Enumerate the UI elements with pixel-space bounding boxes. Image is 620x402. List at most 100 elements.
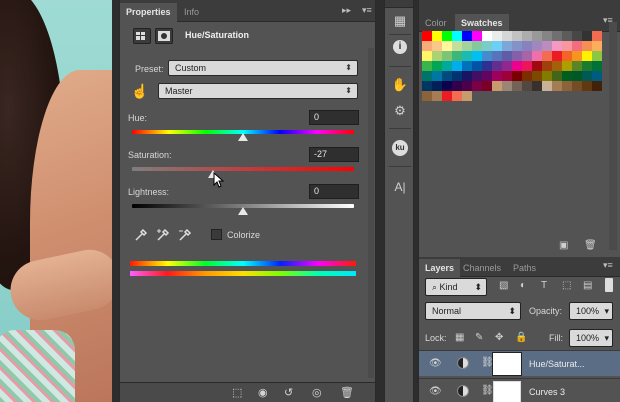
swatch[interactable]	[462, 71, 472, 81]
panel-menu-icon[interactable]: ▾≡	[603, 260, 613, 271]
layer-row-curves[interactable]: 👁 ⛓ Curves 3	[419, 378, 620, 402]
swatch[interactable]	[452, 61, 462, 71]
new-swatch-icon[interactable]: ▣	[559, 240, 568, 251]
trash-icon[interactable]: 🗑	[584, 240, 597, 251]
swatch[interactable]	[552, 81, 562, 91]
tab-info[interactable]: Info	[178, 3, 205, 22]
swatch[interactable]	[532, 51, 542, 61]
tab-channels[interactable]: Channels	[457, 259, 507, 277]
tab-paths[interactable]: Paths	[507, 259, 542, 277]
tab-swatches[interactable]: Swatches	[455, 14, 509, 32]
canvas-photo[interactable]	[0, 0, 112, 402]
lock-pixels-icon[interactable]: ✎	[475, 332, 483, 343]
swatch[interactable]	[472, 61, 482, 71]
swatch[interactable]	[592, 81, 602, 91]
swatch[interactable]	[542, 41, 552, 51]
filter-smart-object-icon[interactable]: ▤	[583, 280, 592, 291]
swatch[interactable]	[552, 71, 562, 81]
swatch[interactable]	[532, 61, 542, 71]
tab-layers[interactable]: Layers	[419, 259, 461, 277]
saturation-input[interactable]: -27	[309, 147, 359, 162]
trash-icon[interactable]: 🗑	[340, 386, 354, 399]
lock-transparent-icon[interactable]: ▦	[455, 332, 464, 343]
swatch[interactable]	[552, 31, 562, 41]
swatch[interactable]	[562, 41, 572, 51]
swatch[interactable]	[442, 81, 452, 91]
swatch[interactable]	[482, 61, 492, 71]
layer-filter-dropdown[interactable]: ⌕ Kind ⬍	[425, 278, 487, 296]
hand-icon[interactable]: ✋	[391, 76, 409, 94]
swatch[interactable]	[432, 41, 442, 51]
swatch[interactable]	[452, 31, 462, 41]
swatch[interactable]	[442, 71, 452, 81]
swatch[interactable]	[522, 61, 532, 71]
swatch[interactable]	[572, 41, 582, 51]
lightness-slider-thumb[interactable]	[238, 207, 248, 215]
visibility-icon[interactable]: ◎	[312, 386, 322, 399]
swatch[interactable]	[462, 81, 472, 91]
layer-row-hue-saturation[interactable]: 👁 ⛓ Hue/Saturat...	[419, 350, 620, 376]
swatch[interactable]	[432, 91, 442, 101]
reset-icon[interactable]: ↺	[284, 386, 293, 399]
swatch[interactable]	[572, 51, 582, 61]
swatch[interactable]	[552, 61, 562, 71]
filter-adjustment-icon[interactable]: ◐	[520, 280, 526, 291]
swatch[interactable]	[592, 31, 602, 41]
swatch[interactable]	[422, 51, 432, 61]
swatch[interactable]	[502, 81, 512, 91]
swatch[interactable]	[422, 31, 432, 41]
swatch[interactable]	[462, 41, 472, 51]
visibility-eye-icon[interactable]: 👁	[429, 386, 442, 397]
preset-dropdown[interactable]: Custom ⬍	[168, 60, 358, 76]
swatch[interactable]	[492, 61, 502, 71]
swatch[interactable]	[422, 41, 432, 51]
swatch[interactable]	[462, 61, 472, 71]
swatch[interactable]	[432, 31, 442, 41]
swatch[interactable]	[432, 71, 442, 81]
swatch[interactable]	[492, 41, 502, 51]
swatch[interactable]	[502, 71, 512, 81]
swatch[interactable]	[542, 51, 552, 61]
swatch[interactable]	[562, 31, 572, 41]
swatch[interactable]	[482, 71, 492, 81]
swatches-scrollbar[interactable]	[609, 22, 617, 250]
swatch[interactable]	[482, 31, 492, 41]
swatch[interactable]	[582, 71, 592, 81]
info-icon[interactable]: i	[393, 40, 407, 54]
layer-name[interactable]: Curves 3	[529, 387, 565, 397]
swatch[interactable]	[592, 51, 602, 61]
swatch[interactable]	[522, 81, 532, 91]
character-icon[interactable]: A|	[391, 178, 409, 196]
swatch[interactable]	[422, 71, 432, 81]
swatch[interactable]	[542, 31, 552, 41]
blend-mode-dropdown[interactable]: Normal ⬍	[425, 302, 521, 320]
swatch[interactable]	[452, 41, 462, 51]
swatch[interactable]	[542, 81, 552, 91]
swatch[interactable]	[462, 51, 472, 61]
swatch[interactable]	[582, 31, 592, 41]
panel-menu-icon[interactable]: ▾≡	[362, 5, 372, 16]
filter-shape-icon[interactable]: ⬚	[562, 280, 571, 291]
swatch[interactable]	[512, 61, 522, 71]
swatch[interactable]	[532, 31, 542, 41]
swatch[interactable]	[512, 81, 522, 91]
swatch[interactable]	[442, 61, 452, 71]
panel-icon[interactable]: ▦	[391, 12, 409, 30]
swatch[interactable]	[442, 51, 452, 61]
swatch[interactable]	[572, 71, 582, 81]
swatch[interactable]	[502, 51, 512, 61]
view-previous-icon[interactable]: ◉	[258, 386, 268, 399]
swatch[interactable]	[492, 31, 502, 41]
swatch[interactable]	[502, 31, 512, 41]
swatch[interactable]	[542, 61, 552, 71]
link-icon[interactable]: ⛓	[481, 385, 494, 396]
visibility-eye-icon[interactable]: 👁	[429, 358, 442, 369]
swatch[interactable]	[582, 41, 592, 51]
swatch[interactable]	[462, 91, 472, 101]
saturation-slider-track[interactable]	[132, 167, 354, 171]
eyedropper-subtract-icon[interactable]	[178, 228, 192, 242]
hue-slider-thumb[interactable]	[238, 133, 248, 141]
swatch[interactable]	[422, 81, 432, 91]
link-icon[interactable]: ⛓	[481, 357, 494, 368]
swatch[interactable]	[442, 41, 452, 51]
